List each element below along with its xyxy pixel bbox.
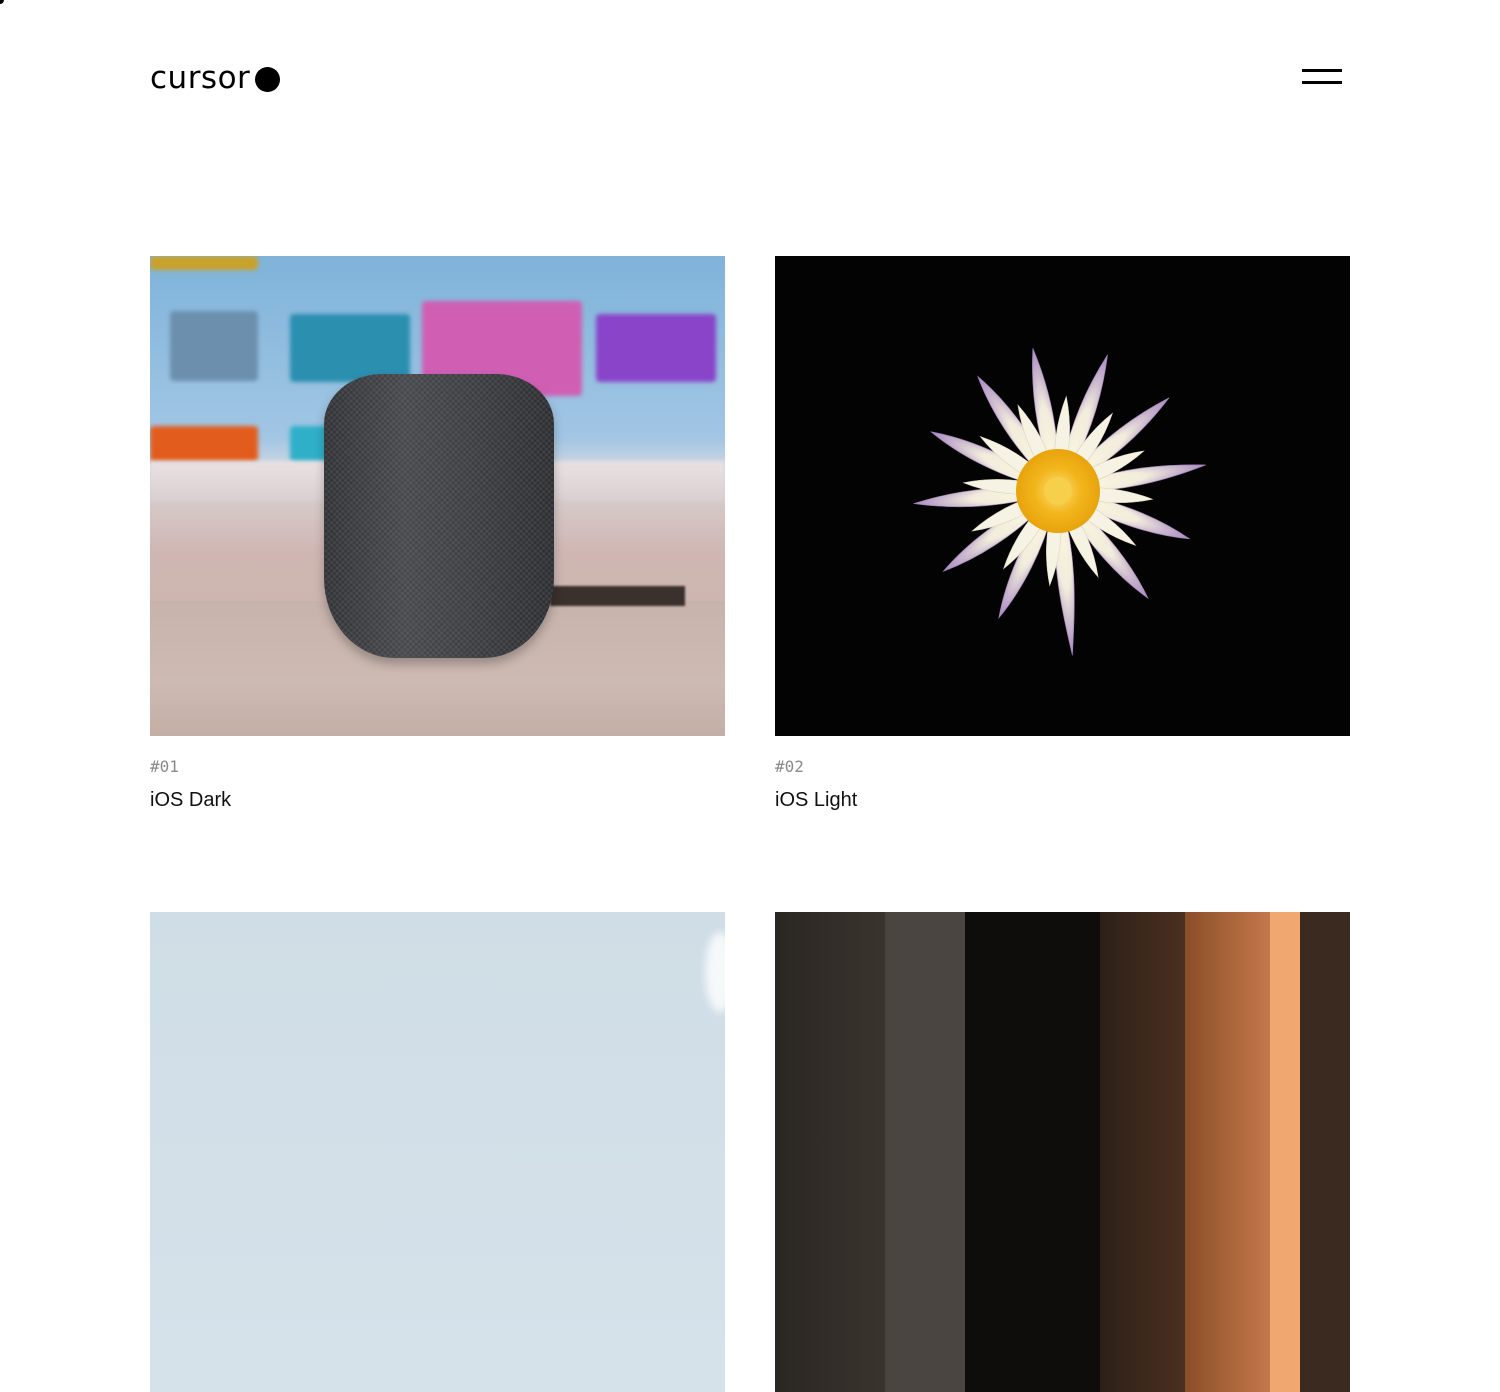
smart-speaker bbox=[324, 374, 554, 658]
smart-speaker-photo[interactable] bbox=[150, 256, 725, 736]
project-number: #02 bbox=[775, 757, 804, 776]
light-glow bbox=[705, 932, 725, 1012]
project-title: iOS Dark bbox=[150, 789, 232, 811]
tv-tile bbox=[596, 314, 716, 382]
water-lily-flower bbox=[913, 348, 1206, 656]
hamburger-icon-line-bottom bbox=[1302, 81, 1342, 84]
site-header: cursor bbox=[150, 56, 1350, 100]
water-lily-photo[interactable] bbox=[775, 256, 1350, 736]
sky-photo[interactable] bbox=[150, 912, 725, 1392]
project-number: #01 bbox=[150, 757, 179, 776]
tv-tile bbox=[170, 311, 258, 381]
tv-tile bbox=[290, 314, 410, 382]
project-card-ios-dark[interactable]: #01 iOS Dark bbox=[150, 256, 725, 812]
menu-button[interactable] bbox=[1302, 66, 1342, 88]
logo-link[interactable]: cursor bbox=[150, 56, 281, 100]
hamburger-icon-line-top bbox=[1302, 69, 1342, 72]
architecture-photo[interactable] bbox=[775, 912, 1350, 1392]
project-card-4[interactable] bbox=[775, 912, 1350, 1392]
project-card-3[interactable] bbox=[150, 912, 725, 1392]
window-light bbox=[1185, 912, 1270, 1392]
shelf-shadow bbox=[550, 586, 685, 606]
mouse-cursor-dot bbox=[0, 0, 4, 4]
window-light bbox=[1270, 912, 1300, 1392]
logo-text: cursor bbox=[150, 60, 251, 96]
tv-tile bbox=[150, 426, 258, 462]
project-title: iOS Light bbox=[775, 789, 858, 811]
logo-dot-icon bbox=[255, 66, 281, 92]
project-card-ios-light[interactable]: #02 iOS Light bbox=[775, 256, 1350, 812]
wall-panel bbox=[965, 912, 1100, 1392]
wall-panel bbox=[775, 912, 885, 1392]
wall-panel bbox=[1300, 912, 1350, 1392]
wall-panel bbox=[885, 912, 965, 1392]
tv-tile bbox=[150, 256, 258, 270]
curtain-panel bbox=[1100, 912, 1185, 1392]
